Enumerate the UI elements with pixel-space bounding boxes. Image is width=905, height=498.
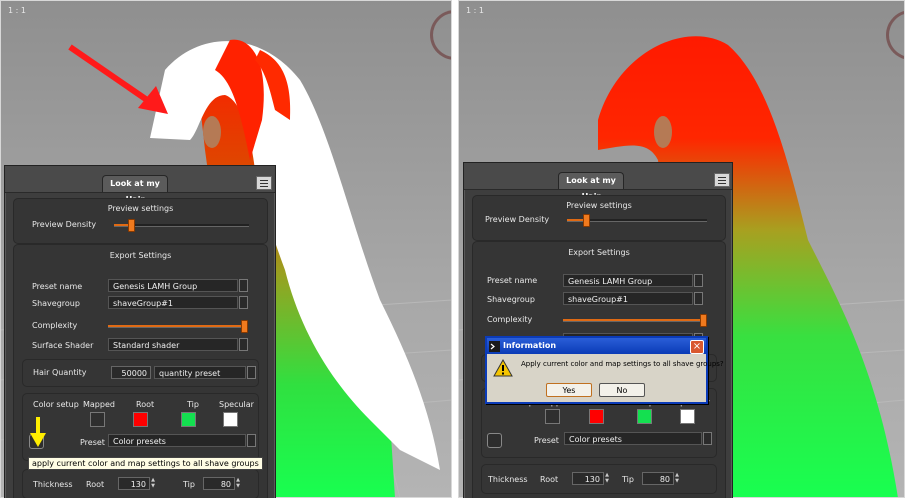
panel-menu-icon[interactable] — [714, 173, 730, 187]
complexity-label: Complexity — [487, 315, 533, 324]
tip-thickness-label: Tip — [183, 480, 195, 489]
preview-section: Preview settings Preview Density — [13, 198, 268, 244]
mapped-swatch[interactable] — [90, 412, 105, 427]
color-presets-dropdown[interactable] — [703, 432, 712, 445]
color-presets-dropdown[interactable] — [247, 434, 256, 447]
viewport-left[interactable]: 1 : 1 Look at my Hair Preview settings P… — [0, 0, 452, 498]
color-presets-field[interactable]: Color presets — [108, 434, 246, 447]
specular-color-swatch[interactable] — [223, 412, 238, 427]
shavegroup-field[interactable]: shaveGroup#1 — [108, 296, 238, 309]
apply-tooltip: apply current color and map settings to … — [28, 457, 263, 470]
shavegroup-label: Shavegroup — [32, 299, 80, 308]
preset-name-label: Preset name — [487, 276, 538, 285]
specular-label: Specular — [219, 400, 254, 409]
export-header: Export Settings — [568, 248, 630, 257]
lamh-panel: Look at my Hair Preview settings Preview… — [463, 162, 733, 498]
root-color-swatch[interactable] — [589, 409, 604, 424]
preset-name-dropdown[interactable] — [239, 279, 248, 292]
thickness-group: Thickness Root 130 ▲ ▼ Tip 80 ▲ ▼ — [481, 464, 717, 494]
complexity-slider[interactable] — [108, 320, 248, 333]
tip-thickness-input[interactable]: 80 — [642, 472, 674, 485]
panel-tabstrip: Look at my Hair — [5, 166, 275, 204]
color-setup-group: Color setup Mapped Root Tip Specular Pre… — [22, 393, 259, 461]
root-color-label: Root — [136, 400, 155, 409]
close-icon[interactable]: × — [690, 340, 704, 354]
surface-shader-field[interactable]: Standard shader — [108, 338, 238, 351]
tip-thickness-input[interactable]: 80 — [203, 477, 235, 490]
root-thickness-input[interactable]: 130 — [572, 472, 604, 485]
preset-label: Preset — [534, 436, 559, 445]
viewport-zoom-label: 1 : 1 — [466, 6, 484, 15]
yellow-arrow-annotation — [30, 417, 46, 447]
hair-quantity-input[interactable]: 50000 — [111, 366, 151, 379]
preview-density-handle[interactable] — [583, 214, 590, 227]
hair-quantity-group: Hair Quantity 50000 quantity preset — [22, 359, 259, 387]
dialog-message: Apply current color and map settings to … — [521, 360, 724, 368]
tip-color-swatch[interactable] — [181, 412, 196, 427]
color-setup-label: Color setup — [33, 400, 79, 409]
root-thickness-spinner-icon[interactable]: ▲ ▼ — [604, 472, 610, 485]
tip-color-swatch[interactable] — [637, 409, 652, 424]
dialog-title: Information — [487, 338, 706, 354]
apply-to-all-groups-button[interactable] — [487, 433, 502, 448]
color-presets-field[interactable]: Color presets — [564, 432, 702, 445]
complexity-handle[interactable] — [241, 320, 248, 333]
preview-density-handle[interactable] — [128, 219, 135, 232]
specular-color-swatch[interactable] — [680, 409, 695, 424]
quantity-preset-field[interactable]: quantity preset — [154, 366, 246, 379]
viewport-right[interactable]: 1 : 1 Look at my Hair Preview settings P… — [458, 0, 905, 498]
tip-thickness-label: Tip — [622, 475, 634, 484]
yes-button[interactable]: Yes — [546, 383, 592, 397]
preview-section: Preview settings Preview Density — [472, 195, 726, 241]
root-color-swatch[interactable] — [133, 412, 148, 427]
shavegroup-dropdown[interactable] — [239, 296, 248, 309]
complexity-fill — [108, 325, 246, 327]
preview-header: Preview settings — [107, 204, 174, 213]
complexity-label: Complexity — [32, 321, 78, 330]
terminal-icon — [489, 341, 500, 352]
surface-shader-dropdown[interactable] — [239, 338, 248, 351]
viewport-zoom-label: 1 : 1 — [8, 6, 26, 15]
panel-menu-icon[interactable] — [256, 176, 272, 190]
preview-density-slider[interactable] — [114, 219, 249, 232]
hair-quantity-label: Hair Quantity — [33, 368, 87, 377]
preset-name-field[interactable]: Genesis LAMH Group — [108, 279, 238, 292]
preview-density-label: Preview Density — [32, 220, 97, 229]
preset-label: Preset — [80, 438, 105, 447]
export-header: Export Settings — [109, 251, 172, 260]
preview-header: Preview settings — [566, 201, 632, 210]
tip-color-label: Tip — [187, 400, 199, 409]
preview-density-label: Preview Density — [485, 215, 550, 224]
information-dialog: Information × Apply current color and ma… — [485, 336, 724, 404]
preset-name-field[interactable]: Genesis LAMH Group — [563, 274, 693, 287]
mapped-swatch[interactable] — [545, 409, 560, 424]
complexity-handle[interactable] — [700, 314, 707, 327]
root-thickness-input[interactable]: 130 — [118, 477, 150, 490]
thickness-label: Thickness — [488, 475, 528, 484]
warning-icon — [493, 359, 513, 377]
preset-name-dropdown[interactable] — [694, 274, 703, 287]
preset-name-label: Preset name — [32, 282, 83, 291]
complexity-slider[interactable] — [563, 314, 707, 327]
surface-shader-label: Surface Shader — [32, 341, 94, 350]
no-button[interactable]: No — [599, 383, 645, 397]
tip-thickness-spinner-icon[interactable]: ▲ ▼ — [235, 477, 241, 490]
preview-density-slider[interactable] — [567, 214, 707, 227]
tip-thickness-spinner-icon[interactable]: ▲ ▼ — [674, 472, 680, 485]
tab-look-at-my-hair[interactable]: Look at my Hair — [558, 172, 624, 201]
root-thickness-label: Root — [86, 480, 105, 489]
complexity-fill — [563, 319, 705, 321]
shavegroup-field[interactable]: shaveGroup#1 — [563, 292, 693, 305]
shavegroup-dropdown[interactable] — [694, 292, 703, 305]
thickness-label: Thickness — [33, 480, 73, 489]
shavegroup-label: Shavegroup — [487, 295, 535, 304]
mapped-label: Mapped — [83, 400, 115, 409]
panel-tabstrip: Look at my Hair — [464, 163, 732, 201]
root-thickness-label: Root — [540, 475, 559, 484]
quantity-preset-dropdown[interactable] — [247, 366, 256, 379]
root-thickness-spinner-icon[interactable]: ▲ ▼ — [150, 477, 156, 490]
thickness-group: Thickness Root 130 ▲ ▼ Tip 80 ▲ ▼ — [22, 469, 259, 498]
tab-look-at-my-hair[interactable]: Look at my Hair — [102, 175, 168, 204]
